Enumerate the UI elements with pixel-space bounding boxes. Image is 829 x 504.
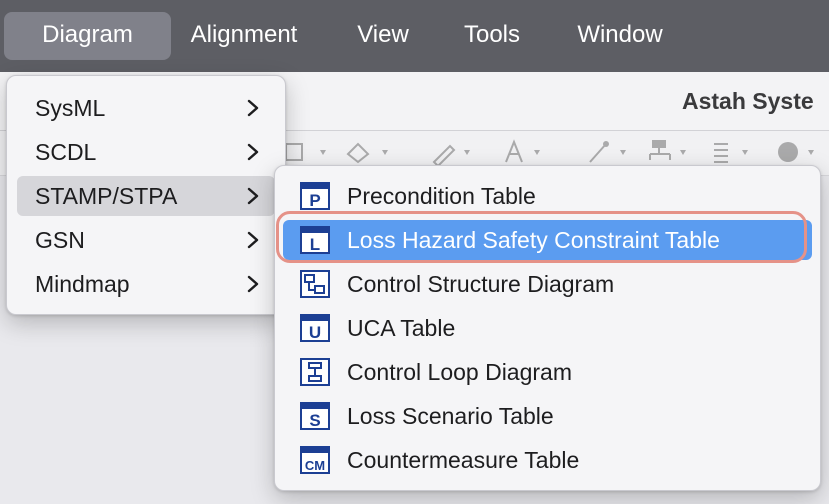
menu-item-label: Control Loop Diagram [347, 359, 573, 385]
control-loop-diagram-icon [300, 358, 330, 386]
chevron-right-icon [243, 132, 263, 172]
menu-item-control-structure-diagram[interactable]: Control Structure Diagram [283, 264, 812, 304]
menu-item-label: STAMP/STPA [35, 183, 178, 209]
tree-layout-icon[interactable] [644, 136, 696, 168]
window-title: Astah Syste [682, 88, 814, 114]
svg-text:P: P [309, 191, 320, 210]
line-style-icon[interactable] [584, 136, 636, 168]
menu-item-label: GSN [35, 227, 85, 253]
menu-item-label: Loss Hazard Safety Constraint Table [347, 227, 720, 253]
menu-item-label: Control Structure Diagram [347, 271, 615, 297]
diagram-menu: SysML SCDL STAMP/STPA GSN Mindmap [6, 75, 286, 315]
loss-scenario-table-icon: S [300, 402, 330, 430]
menu-item-label: Mindmap [35, 271, 130, 297]
menu-item-gsn[interactable]: GSN [17, 220, 275, 260]
line-color-icon[interactable] [428, 136, 480, 168]
menu-item-precondition-table[interactable]: P Precondition Table [283, 176, 812, 216]
svg-text:U: U [309, 323, 321, 342]
stamp-stpa-submenu: P Precondition Table L Loss Hazard Safet… [274, 165, 821, 491]
control-structure-diagram-icon [300, 270, 330, 298]
menu-item-loss-scenario-table[interactable]: S Loss Scenario Table [283, 396, 812, 436]
menubar-view[interactable]: View [340, 12, 426, 60]
menu-item-label: Countermeasure Table [347, 447, 580, 473]
menu-item-countermeasure-table[interactable]: CM Countermeasure Table [283, 440, 812, 480]
menu-item-label: SysML [35, 95, 106, 121]
countermeasure-table-icon: CM [300, 446, 330, 474]
menubar-window[interactable]: Window [560, 12, 680, 60]
menu-bar: Diagram Alignment View Tools Window [0, 0, 829, 72]
chevron-right-icon [243, 88, 263, 128]
font-color-icon[interactable] [500, 136, 552, 168]
menu-item-label: SCDL [35, 139, 97, 165]
chevron-right-icon [243, 264, 263, 304]
align-list-icon[interactable] [706, 136, 758, 168]
svg-text:S: S [309, 411, 320, 430]
menu-item-control-loop-diagram[interactable]: Control Loop Diagram [283, 352, 812, 392]
menu-item-label: Loss Scenario Table [347, 403, 554, 429]
svg-text:L: L [310, 235, 320, 254]
menu-item-uca-table[interactable]: U UCA Table [283, 308, 812, 348]
menu-item-label: Precondition Table [347, 183, 536, 209]
robot-icon[interactable] [774, 136, 826, 168]
chevron-right-icon [243, 176, 263, 216]
copy-format-icon[interactable] [282, 136, 334, 168]
fill-color-icon[interactable] [342, 136, 394, 168]
uca-table-icon: U [300, 314, 330, 342]
menu-item-stamp-stpa[interactable]: STAMP/STPA [17, 176, 275, 216]
menu-item-mindmap[interactable]: Mindmap [17, 264, 275, 304]
menu-item-loss-hazard-safety-constraint-table[interactable]: L Loss Hazard Safety Constraint Table [283, 220, 812, 260]
menu-item-sysml[interactable]: SysML [17, 88, 275, 128]
svg-text:CM: CM [305, 458, 325, 473]
menubar-tools[interactable]: Tools [448, 12, 536, 60]
menu-item-label: UCA Table [347, 315, 456, 341]
precondition-table-icon: P [300, 182, 330, 210]
menubar-alignment[interactable]: Alignment [176, 12, 312, 60]
menubar-diagram[interactable]: Diagram [4, 12, 171, 60]
chevron-right-icon [243, 220, 263, 260]
loss-hazard-table-icon: L [300, 226, 330, 254]
menu-item-scdl[interactable]: SCDL [17, 132, 275, 172]
